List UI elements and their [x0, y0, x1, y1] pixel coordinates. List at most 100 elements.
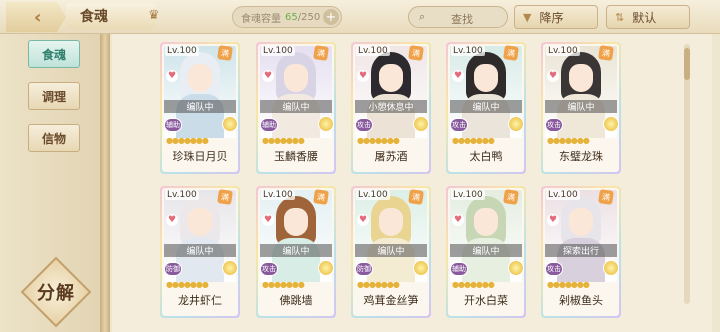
heart-icon: ♥ [262, 70, 274, 82]
rarity-icon [413, 260, 429, 276]
food-soul-card[interactable]: Lv.100 满 ♥ 编队中 防御 ●●●●●●● 鸡茸金丝笋 [351, 186, 431, 318]
rarity-icon [222, 116, 238, 132]
rarity-icon [603, 116, 619, 132]
heart-icon: ♥ [547, 70, 559, 82]
max-badge: 满 [503, 189, 519, 205]
rarity-icon [222, 260, 238, 276]
sort-arrows-icon: ⇅ [615, 10, 625, 24]
status-label: 编队中 [164, 100, 236, 113]
decompose-label: 分解 [37, 283, 75, 304]
max-badge: 满 [408, 189, 424, 205]
star-rating: ●●●●●●● [262, 136, 305, 145]
sort-field-label: 默认 [632, 10, 657, 25]
star-rating: ●●●●●●● [452, 136, 495, 145]
star-rating: ●●●●●●● [452, 280, 495, 289]
portrait-face [379, 64, 403, 92]
character-name: 珍珠日月贝 [172, 150, 228, 163]
search-placeholder: 查找 [451, 13, 473, 26]
triangle-down-icon: ▼ [523, 10, 532, 24]
card-body: Lv.100 满 ♥ 编队中 攻击 ●●●●●●● 东璧龙珠 [543, 44, 619, 172]
card-body: Lv.100 满 ♥ 小憩休息中 攻击 ●●●●●●● 屠苏酒 [353, 44, 429, 172]
portrait-face [284, 64, 308, 92]
food-soul-card[interactable]: Lv.100 满 ♥ 小憩休息中 攻击 ●●●●●●● 屠苏酒 [351, 42, 431, 174]
portrait-face [284, 208, 308, 236]
status-label: 编队中 [260, 244, 332, 257]
portrait-face [474, 208, 498, 236]
portrait-face [188, 208, 212, 236]
role-badge: 防御 [355, 262, 373, 276]
sidebar-tab-tokens[interactable]: 信物 [28, 124, 80, 152]
food-soul-card[interactable]: Lv.100 满 ♥ 编队中 辅助 ●●●●●●● 开水白菜 [446, 186, 526, 318]
status-label: 编队中 [164, 244, 236, 257]
max-badge: 满 [313, 45, 329, 61]
max-badge: 满 [217, 189, 233, 205]
card-body: Lv.100 满 ♥ 编队中 防御 ●●●●●●● 鸡茸金丝笋 [353, 188, 429, 316]
role-badge: 防御 [164, 262, 182, 276]
heart-icon: ♥ [262, 214, 274, 226]
star-rating: ●●●●●●● [262, 280, 305, 289]
heart-icon: ♥ [452, 214, 464, 226]
food-soul-card[interactable]: Lv.100 满 ♥ 编队中 攻击 ●●●●●●● 东璧龙珠 [541, 42, 621, 174]
chevron-left-icon: ‹ [34, 6, 42, 28]
rarity-icon [508, 260, 524, 276]
status-label: 编队中 [450, 244, 522, 257]
star-rating: ●●●●●●● [547, 136, 590, 145]
card-body: Lv.100 满 ♥ 编队中 辅助 ●●●●●●● 玉麟香腰 [258, 44, 334, 172]
status-label: 编队中 [450, 100, 522, 113]
level-label: Lv.100 [546, 190, 580, 200]
level-label: Lv.100 [165, 190, 199, 200]
role-badge: 辅助 [450, 262, 468, 276]
food-soul-card[interactable]: Lv.100 满 ♥ 探索出行 攻击 ●●●●●●● 剁椒鱼头 [541, 186, 621, 318]
sidebar-divider [100, 34, 110, 332]
food-soul-card[interactable]: Lv.100 满 ♥ 编队中 防御 ●●●●●●● 龙井虾仁 [160, 186, 240, 318]
card-body: Lv.100 满 ♥ 编队中 辅助 ●●●●●●● 开水白菜 [448, 188, 524, 316]
page-title: 食魂 [66, 3, 156, 29]
level-label: Lv.100 [546, 46, 580, 56]
decompose-button[interactable]: 分解 [20, 256, 92, 328]
status-label: 小憩休息中 [355, 100, 427, 113]
status-label: 编队中 [260, 100, 332, 113]
sort-field-button[interactable]: ⇅ 默认 [606, 5, 690, 29]
max-badge: 满 [408, 45, 424, 61]
sort-order-button[interactable]: ▼ 降序 [514, 5, 598, 29]
capacity-max: /250 [297, 11, 321, 23]
star-rating: ●●●●●●● [166, 136, 209, 145]
portrait-face [188, 64, 212, 92]
character-name: 东璧龙珠 [559, 150, 603, 163]
back-button[interactable]: ‹ [6, 2, 66, 32]
level-label: Lv.100 [356, 190, 390, 200]
character-name: 鸡茸金丝笋 [363, 294, 419, 307]
heart-icon: ♥ [166, 214, 178, 226]
heart-icon: ♥ [166, 70, 178, 82]
rarity-icon [508, 116, 524, 132]
role-badge: 攻击 [355, 118, 373, 132]
search-input[interactable]: ⌕ 查找 [408, 6, 508, 28]
card-body: Lv.100 满 ♥ 编队中 攻击 ●●●●●●● 佛跳墙 [258, 188, 334, 316]
rarity-icon [413, 116, 429, 132]
role-badge: 攻击 [545, 118, 563, 132]
food-soul-card[interactable]: Lv.100 满 ♥ 编队中 攻击 ●●●●●●● 佛跳墙 [256, 186, 336, 318]
capacity-indicator: 食魂容量 65 /250 + [232, 6, 342, 28]
scrollbar-thumb[interactable] [684, 48, 690, 80]
max-badge: 满 [313, 189, 329, 205]
sidebar-tab-seasoning[interactable]: 调理 [28, 82, 80, 110]
add-capacity-button[interactable]: + [323, 9, 339, 25]
crown-icon: ♛ [148, 8, 160, 23]
status-label: 编队中 [355, 244, 427, 257]
card-body: Lv.100 满 ♥ 编队中 辅助 ●●●●●●● 珍珠日月贝 [162, 44, 238, 172]
heart-icon: ♥ [452, 70, 464, 82]
max-badge: 满 [503, 45, 519, 61]
character-name: 开水白菜 [464, 294, 508, 307]
card-body: Lv.100 满 ♥ 探索出行 攻击 ●●●●●●● 剁椒鱼头 [543, 188, 619, 316]
role-badge: 攻击 [450, 118, 468, 132]
scrollbar-track[interactable] [684, 44, 690, 304]
sort-order-label: 降序 [539, 10, 564, 25]
character-name: 玉麟香腰 [274, 150, 318, 163]
food-soul-card[interactable]: Lv.100 满 ♥ 编队中 辅助 ●●●●●●● 珍珠日月贝 [160, 42, 240, 174]
food-soul-card[interactable]: Lv.100 满 ♥ 编队中 攻击 ●●●●●●● 太白鸭 [446, 42, 526, 174]
role-badge: 攻击 [545, 262, 563, 276]
food-soul-card[interactable]: Lv.100 满 ♥ 编队中 辅助 ●●●●●●● 玉麟香腰 [256, 42, 336, 174]
role-badge: 辅助 [260, 118, 278, 132]
star-rating: ●●●●●●● [357, 136, 400, 145]
sidebar-tab-food-souls[interactable]: 食魂 [28, 40, 80, 68]
